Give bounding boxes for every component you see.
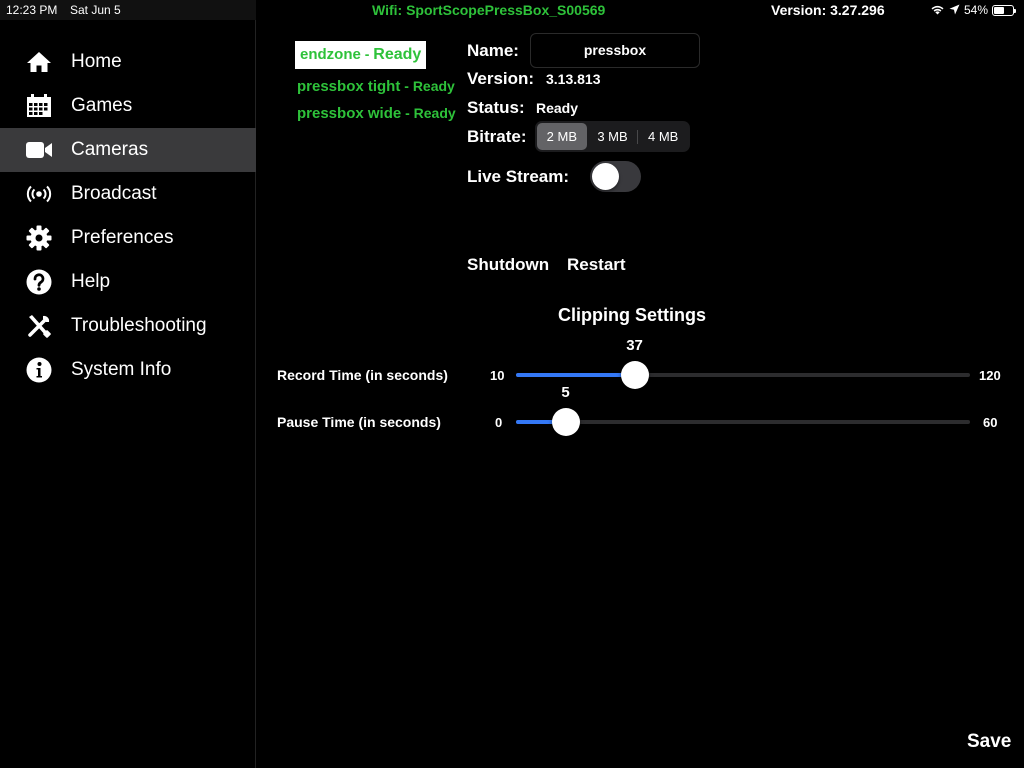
pause-time-label: Pause Time (in seconds)	[277, 414, 441, 430]
sidebar: Home Games Cameras Broadcast Preferences…	[0, 20, 256, 768]
status-icons: 54%	[930, 2, 1017, 18]
record-time-label: Record Time (in seconds)	[277, 367, 448, 383]
gear-icon	[25, 224, 53, 252]
save-button[interactable]: Save	[967, 731, 1011, 753]
status-date: Sat Jun 5	[70, 3, 121, 17]
status-value: Ready	[536, 100, 579, 116]
battery-percent: 54%	[964, 3, 989, 17]
broadcast-icon	[25, 180, 53, 208]
sidebar-item-label: Cameras	[71, 139, 149, 160]
info-icon	[25, 356, 53, 384]
camera-name: endzone	[300, 46, 361, 63]
record-time-fill	[516, 373, 635, 377]
tools-icon	[25, 312, 53, 340]
home-icon	[25, 48, 53, 76]
battery-tip	[1014, 8, 1017, 13]
sidebar-item-broadcast[interactable]: Broadcast	[0, 172, 256, 216]
sidebar-item-label: Troubleshooting	[71, 315, 207, 336]
sidebar-item-system-info[interactable]: System Info	[0, 348, 256, 392]
camera-item-pressbox-tight[interactable]: pressbox tight - Ready	[297, 78, 455, 96]
sidebar-item-label: Home	[71, 51, 122, 72]
calendar-icon	[25, 92, 53, 120]
shutdown-button[interactable]: Shutdown	[467, 255, 549, 275]
sidebar-item-help[interactable]: Help	[0, 260, 256, 304]
battery-fill	[994, 6, 1004, 14]
sidebar-item-label: Help	[71, 271, 111, 292]
sidebar-item-label: System Info	[71, 359, 172, 380]
bitrate-label: Bitrate:	[467, 127, 527, 146]
bitrate-option-3mb[interactable]: 3 MB	[588, 123, 638, 150]
battery-icon	[992, 4, 1017, 16]
camera-name: pressbox wide	[297, 105, 402, 122]
camera-status: Ready	[373, 46, 422, 63]
live-stream-toggle[interactable]	[590, 161, 641, 192]
sidebar-item-troubleshooting[interactable]: Troubleshooting	[0, 304, 256, 348]
record-time-thumb[interactable]	[620, 361, 649, 389]
camera-separator: -	[401, 105, 414, 121]
sidebar-item-games[interactable]: Games	[0, 84, 256, 128]
record-time-min: 10	[490, 368, 505, 383]
camera-status: Ready	[412, 78, 455, 94]
camera-separator: -	[360, 46, 374, 62]
restart-button[interactable]: Restart	[567, 255, 626, 275]
toggle-knob	[592, 163, 619, 190]
sidebar-item-label: Games	[71, 95, 133, 116]
wifi-network-label: Wifi: SportScopePressBox_S00569	[372, 2, 606, 18]
pause-time-thumb[interactable]	[551, 408, 580, 436]
camera-name-field[interactable]: pressbox	[530, 33, 700, 68]
bitrate-option-4mb[interactable]: 4 MB	[638, 123, 688, 150]
pause-time-slider[interactable]	[516, 408, 970, 436]
pause-time-min: 0	[495, 415, 503, 430]
status-label: Status:	[467, 98, 525, 117]
location-arrow-icon	[949, 3, 960, 18]
version-value: 3.13.813	[546, 71, 601, 87]
record-time-value: 37	[626, 337, 643, 354]
status-bar: 12:23 PM Sat Jun 5 Wifi: SportScopePress…	[0, 0, 1024, 20]
name-label: Name:	[467, 41, 519, 60]
bitrate-option-2mb[interactable]: 2 MB	[537, 123, 587, 150]
camera-separator: -	[400, 78, 413, 94]
record-time-slider[interactable]	[516, 361, 970, 389]
live-stream-label: Live Stream:	[467, 167, 570, 186]
pause-time-max: 60	[983, 415, 998, 430]
record-time-max: 120	[979, 368, 1001, 383]
bitrate-segmented-control: 2 MB 3 MB 4 MB	[535, 121, 690, 152]
question-icon	[25, 268, 53, 296]
status-time: 12:23 PM	[6, 3, 58, 17]
video-camera-icon	[25, 136, 53, 164]
clipping-settings-title: Clipping Settings	[558, 305, 706, 325]
wifi-icon	[930, 3, 945, 18]
sidebar-item-label: Broadcast	[71, 183, 157, 204]
sidebar-item-home[interactable]: Home	[0, 40, 256, 84]
camera-item-pressbox-wide[interactable]: pressbox wide - Ready	[297, 105, 456, 123]
version-label: Version:	[467, 69, 535, 88]
app-version-label: Version: 3.27.296	[771, 2, 885, 18]
camera-item-endzone[interactable]: endzone - Ready	[295, 41, 427, 69]
sidebar-item-preferences[interactable]: Preferences	[0, 216, 256, 260]
sidebar-item-cameras[interactable]: Cameras	[0, 128, 256, 172]
camera-name: pressbox tight	[297, 78, 401, 95]
pause-time-value: 5	[561, 384, 570, 401]
sidebar-item-label: Preferences	[71, 227, 174, 248]
camera-status: Ready	[413, 105, 456, 121]
